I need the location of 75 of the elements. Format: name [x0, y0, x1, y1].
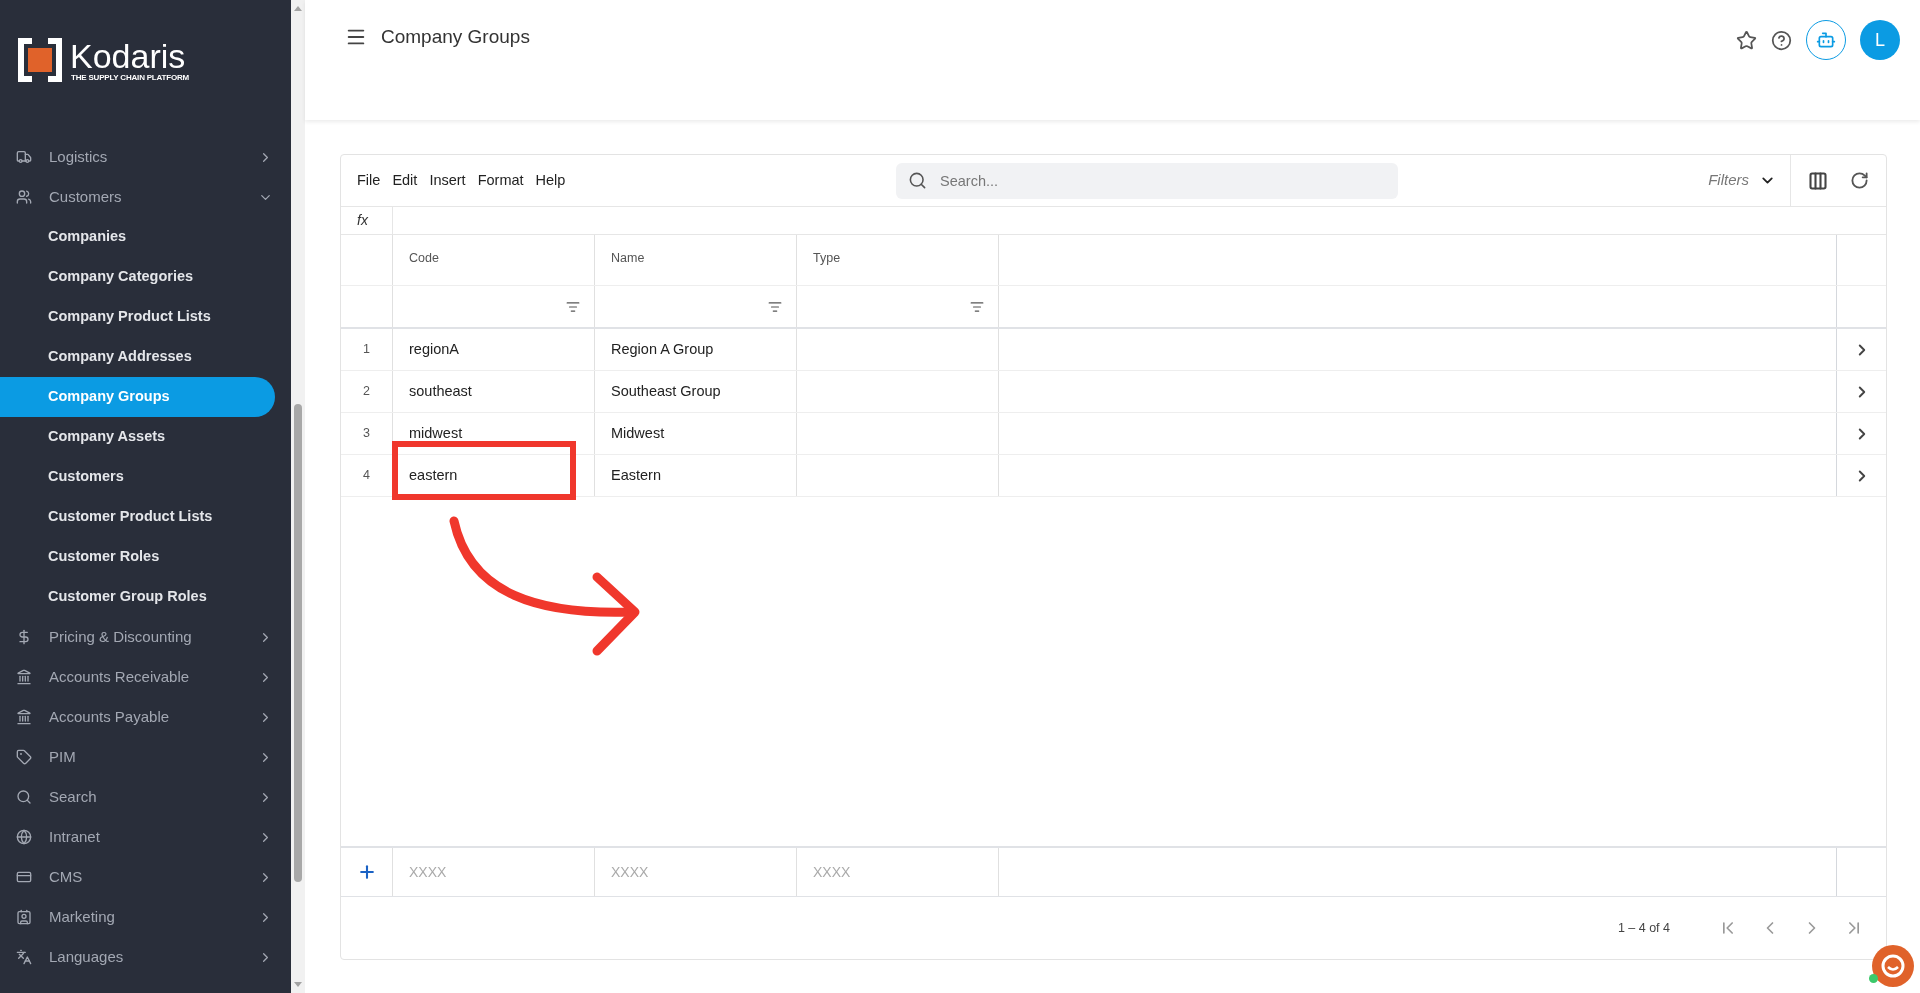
sidebar-item[interactable]: Logistics: [0, 137, 291, 177]
sidebar-item[interactable]: Pricing & Discounting: [0, 617, 291, 657]
search-icon: [16, 789, 32, 805]
column-header[interactable]: Type: [796, 235, 998, 285]
pager-range: 1 – 4 of 4: [1617, 919, 1670, 937]
sidebar-item[interactable]: Search: [0, 777, 291, 817]
translate-icon: [16, 949, 32, 965]
filter-icon[interactable]: [768, 299, 782, 314]
sidebar-item[interactable]: Marketing: [0, 897, 291, 937]
sidebar-item[interactable]: Intranet: [0, 817, 291, 857]
new-row-field[interactable]: XXXX: [813, 861, 983, 883]
truck-icon: [16, 149, 32, 165]
bank-icon: [16, 669, 32, 685]
column-header[interactable]: Name: [594, 235, 796, 285]
row-number: 4: [362, 467, 371, 485]
formula-label: fx: [356, 211, 369, 230]
sidebar-item[interactable]: Customers: [0, 177, 291, 217]
bank-icon: [16, 709, 32, 725]
users-icon: [16, 189, 32, 205]
filter-icon[interactable]: [970, 299, 984, 314]
refresh-icon[interactable]: [1850, 171, 1869, 190]
row-number: 2: [362, 383, 371, 401]
filter-icon[interactable]: [566, 299, 580, 314]
sidebar-subitem[interactable]: Company Product Lists: [0, 297, 291, 337]
dollar-icon: [16, 629, 32, 645]
tag-icon: [16, 749, 32, 765]
logo-mark-icon: [18, 38, 62, 82]
menu-item[interactable]: File: [357, 169, 381, 192]
contact-card-icon: [16, 909, 32, 925]
robot-icon: [1816, 30, 1836, 50]
sidebar-subitem[interactable]: Customer Product Lists: [0, 497, 291, 537]
sidebar-subitem[interactable]: Company Assets: [0, 417, 291, 457]
search-field[interactable]: Search...: [896, 162, 1398, 199]
sidebar-item[interactable]: Languages: [0, 937, 291, 977]
filters-dropdown[interactable]: Filters: [1708, 169, 1776, 192]
star-icon[interactable]: [1736, 29, 1757, 51]
table-cell[interactable]: eastern: [392, 455, 594, 496]
smile-icon: [1880, 953, 1906, 979]
scroll-down-icon[interactable]: [294, 982, 302, 987]
new-row-field[interactable]: XXXX: [611, 861, 781, 883]
globe-icon: [16, 829, 32, 845]
menu-item[interactable]: Insert: [429, 169, 466, 192]
sidebar-subitem[interactable]: Companies: [0, 217, 291, 257]
sidebar-item[interactable]: Accounts Payable: [0, 697, 291, 737]
table-cell[interactable]: Region A Group: [594, 329, 796, 370]
menu-item[interactable]: Format: [477, 169, 524, 192]
sidebar-subitem[interactable]: Customer Roles: [0, 537, 291, 577]
row-number: 3: [362, 425, 371, 443]
table-cell[interactable]: Southeast Group: [594, 371, 796, 412]
help-icon[interactable]: [1771, 29, 1792, 51]
scroll-up-icon[interactable]: [294, 6, 302, 11]
sidebar-item[interactable]: CMS: [0, 857, 291, 897]
search-icon: [908, 170, 927, 190]
table-cell[interactable]: regionA: [392, 329, 594, 370]
columns-icon[interactable]: [1808, 170, 1828, 191]
table-cell[interactable]: Midwest: [594, 413, 796, 454]
row-number: 1: [362, 341, 371, 359]
sidebar-item[interactable]: Accounts Receivable: [0, 657, 291, 697]
logo-tagline: THE SUPPLY CHAIN PLATFORM: [71, 74, 189, 82]
logo-name: Kodaris: [70, 38, 187, 74]
menu-item[interactable]: Help: [535, 169, 566, 192]
table-cell[interactable]: midwest: [392, 413, 594, 454]
page-title: Company Groups: [381, 25, 530, 49]
menu-item[interactable]: Edit: [392, 169, 418, 192]
scrollbar-thumb[interactable]: [294, 404, 302, 882]
sidebar-subitem[interactable]: Customers: [0, 457, 291, 497]
sidebar-subitem[interactable]: Company Categories: [0, 257, 291, 297]
table-cell[interactable]: southeast: [392, 371, 594, 412]
card-icon: [16, 869, 32, 885]
sidebar-subitem[interactable]: Customer Group Roles: [0, 577, 291, 617]
table-cell[interactable]: Eastern: [594, 455, 796, 496]
sidebar-subitem[interactable]: Company Addresses: [0, 337, 291, 377]
sidebar-item[interactable]: PIM: [0, 737, 291, 777]
column-header[interactable]: Code: [392, 235, 594, 285]
new-row-field[interactable]: XXXX: [409, 861, 579, 883]
